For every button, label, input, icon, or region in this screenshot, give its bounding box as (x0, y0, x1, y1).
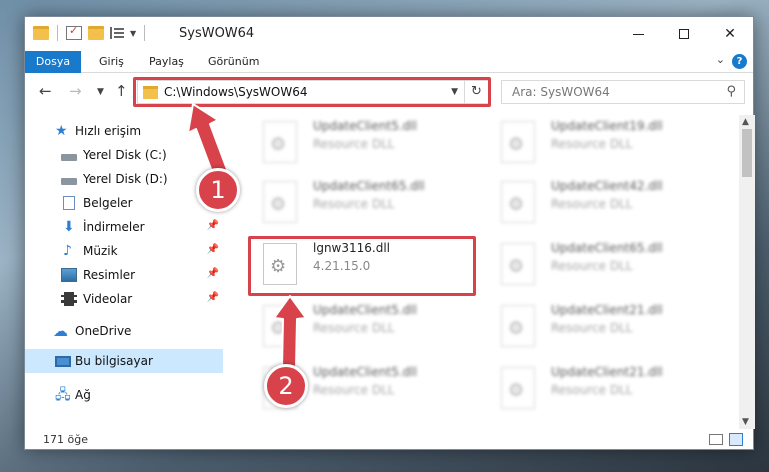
arrow-2 (273, 295, 307, 369)
annotation-arrows (187, 103, 307, 369)
step-badge-1: 1 (196, 168, 240, 212)
arrow-1 (187, 103, 229, 178)
step-badge-2: 2 (264, 364, 308, 408)
